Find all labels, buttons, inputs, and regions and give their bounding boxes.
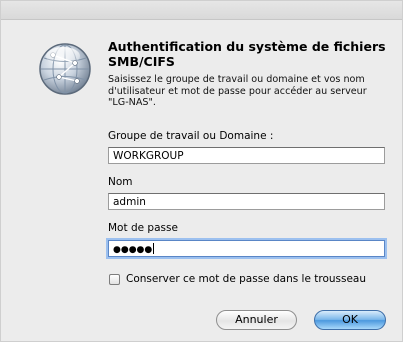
password-masked-value: ●●●●●: [113, 245, 153, 255]
dialog-title-line-2: SMB/CIFS: [108, 54, 175, 69]
name-value: admin: [113, 196, 146, 208]
network-globe-icon: [37, 41, 93, 97]
dialog-description: Saisissez le groupe de travail ou domain…: [108, 74, 393, 109]
dialog-description-line-2: d'utilisateur et mot de passe pour accéd…: [108, 85, 367, 97]
name-label: Nom: [108, 176, 133, 188]
dialog-title: Authentification du système de fichiers …: [108, 39, 393, 69]
workgroup-label: Groupe de travail ou Domaine :: [108, 130, 274, 142]
password-field[interactable]: ●●●●●: [108, 240, 385, 257]
keychain-label[interactable]: Conserver ce mot de passe dans le trouss…: [126, 273, 366, 285]
ok-button[interactable]: OK: [314, 310, 386, 330]
text-caret: [153, 243, 155, 254]
workgroup-value: WORKGROUP: [113, 150, 184, 162]
dialog-top-band: [1, 1, 402, 20]
auth-dialog: Authentification du système de fichiers …: [0, 0, 403, 342]
password-label: Mot de passe: [108, 222, 178, 234]
name-field[interactable]: admin: [108, 193, 385, 210]
dialog-description-line-1: Saisissez le groupe de travail ou domain…: [108, 74, 365, 85]
dialog-description-line-3: "LG-NAS".: [108, 97, 156, 108]
workgroup-field[interactable]: WORKGROUP: [108, 147, 385, 164]
cancel-button[interactable]: Annuler: [216, 310, 297, 330]
dialog-title-line-1: Authentification du système de fichiers: [108, 39, 386, 54]
keychain-checkbox[interactable]: [109, 274, 120, 285]
